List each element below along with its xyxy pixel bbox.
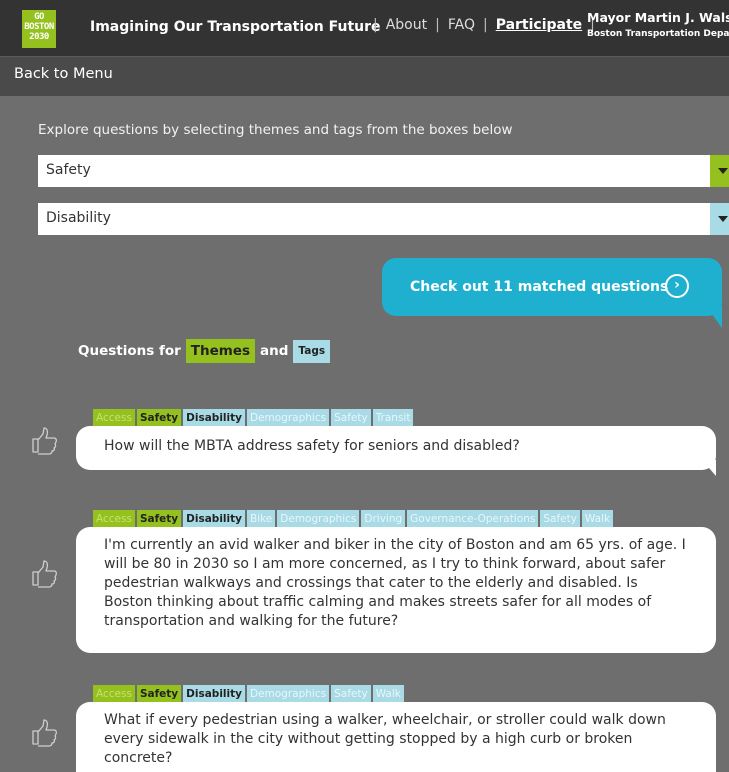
legend-and: and (260, 343, 289, 359)
legend-prefix: Questions for (78, 343, 181, 359)
department-name: Boston Transportation Departm (587, 29, 729, 39)
bubble-tail (702, 460, 716, 476)
nav-divider: | (373, 17, 378, 33)
nav-link-faq[interactable]: FAQ (448, 17, 475, 33)
tag-select-dropdown-button[interactable] (710, 203, 729, 235)
nav-divider: | (482, 17, 488, 33)
legend-themes-chip: Themes (185, 339, 256, 363)
question-bubble[interactable]: I'm currently an avid walker and biker i… (76, 527, 716, 653)
nav-link-about[interactable]: About (386, 17, 427, 33)
question-text: What if every pedestrian using a walker,… (104, 712, 666, 766)
question-bubble[interactable]: What if every pedestrian using a walker,… (76, 702, 716, 772)
main-nav: | About | FAQ | Participate | (365, 17, 603, 33)
question-bubble[interactable]: How will the MBTA address safety for sen… (76, 426, 716, 470)
tag-select[interactable]: Disability (38, 203, 729, 235)
thumbs-up-icon[interactable] (30, 559, 60, 589)
site-title: Imagining Our Transportation Future (90, 19, 381, 35)
thumbs-up-icon[interactable] (30, 718, 60, 748)
logo-line-go: GO (34, 12, 44, 22)
go-boston-2030-logo[interactable]: GO BOSTON 2030 (22, 10, 56, 48)
matched-questions-button[interactable]: Check out 11 matched questions › (382, 258, 722, 316)
caret-down-icon (718, 216, 728, 222)
legend: Questions for Themes and Tags (78, 339, 335, 363)
chevron-right-circle-icon: › (665, 274, 689, 298)
logo-line-boston: BOSTON (24, 22, 54, 32)
legend-tags-chip: Tags (293, 339, 331, 363)
nav-divider: | (435, 17, 440, 33)
caret-down-icon (718, 168, 728, 174)
mayor-name: Mayor Martin J. Walsh (587, 10, 729, 25)
top-header: GO BOSTON 2030 Imagining Our Transportat… (0, 0, 729, 56)
match-bubble-tail (706, 306, 722, 328)
nav-link-participate[interactable]: Participate (496, 17, 582, 33)
back-to-menu-link[interactable]: Back to Menu (14, 66, 113, 82)
question-text: I'm currently an avid walker and biker i… (104, 537, 686, 629)
mayor-block: Mayor Martin J. Walsh Boston Transportat… (587, 10, 729, 39)
theme-select[interactable]: Safety (38, 155, 729, 187)
menu-bar: Back to Menu (0, 56, 729, 96)
question-text: How will the MBTA address safety for sen… (104, 438, 520, 454)
logo-line-year: 2030 (29, 32, 49, 42)
tag-select-value: Disability (46, 210, 111, 226)
theme-select-value: Safety (46, 162, 91, 178)
thumbs-up-icon[interactable] (30, 426, 60, 456)
theme-select-dropdown-button[interactable] (710, 155, 729, 187)
filter-instructions: Explore questions by selecting themes an… (38, 122, 513, 138)
matched-questions-label: Check out 11 matched questions (410, 279, 669, 295)
